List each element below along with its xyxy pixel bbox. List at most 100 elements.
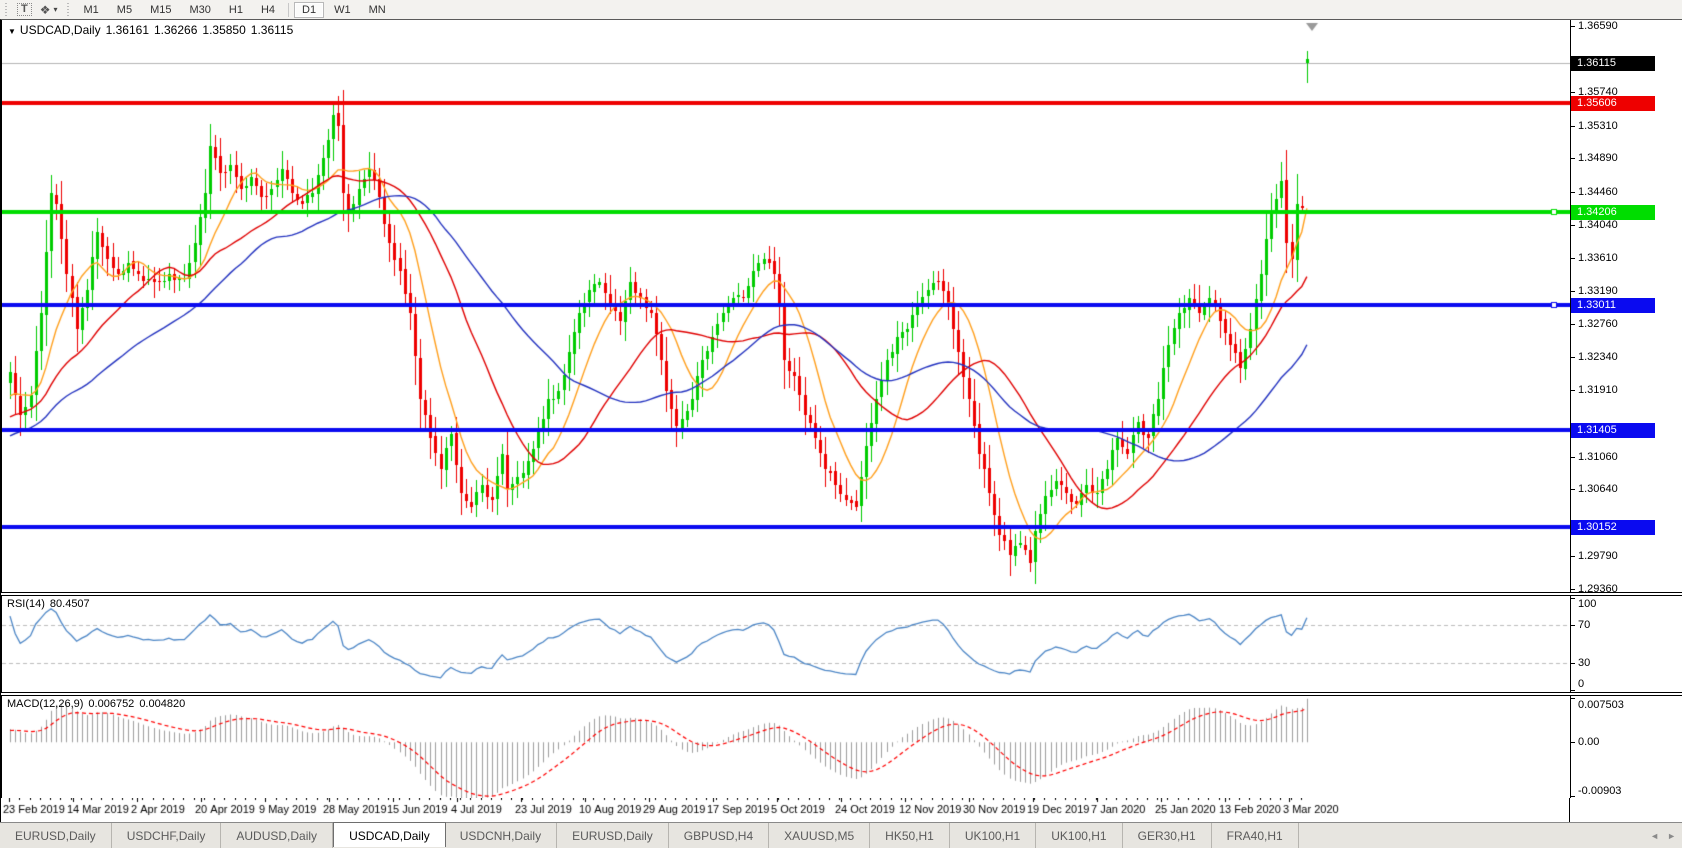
text-tool-button[interactable]: T	[13, 1, 36, 18]
trading-app-window: T ❖ ▾ M1 M5 M15 M30 H1 H4 D1 W1 MN ▼ USDC…	[0, 0, 1682, 846]
top-toolbar: T ❖ ▾ M1 M5 M15 M30 H1 H4 D1 W1 MN	[0, 0, 1682, 19]
axis-tick-label: 1.33190	[1578, 284, 1618, 298]
timeframe-button-d1[interactable]: D1	[294, 2, 324, 18]
text-tool-icon: T	[17, 3, 32, 16]
timeframe-button-w1[interactable]: W1	[326, 2, 359, 18]
chart-tab-fra40-h1[interactable]: FRA40,H1	[1212, 823, 1299, 848]
rsi-scale-70: 70	[1578, 618, 1590, 632]
axis-tick-mark	[1571, 192, 1575, 193]
chart-tab-audusd-daily[interactable]: AUDUSD,Daily	[221, 823, 333, 848]
axis-tick-label: 1.31910	[1578, 383, 1618, 397]
chart-tab-usdcad-daily[interactable]: USDCAD,Daily	[333, 822, 446, 847]
axis-tick-mark	[1571, 589, 1575, 590]
axis-tick-label: 1.32340	[1578, 350, 1618, 364]
macd-scale-max: 0.007503	[1578, 698, 1624, 712]
timeframe-button-m15[interactable]: M15	[142, 2, 179, 18]
rsi-panel: RSI(14) 80.4507 100 70 30 0	[1, 596, 1682, 692]
axis-tick-label: 1.34890	[1578, 151, 1618, 165]
chart-window: ▼USDCAD,Daily1.361611.362661.358501.3611…	[0, 19, 1682, 822]
chart-tab-hk50-h1[interactable]: HK50,H1	[870, 823, 950, 848]
rsi-scale[interactable]: 100 70 30 0	[1570, 596, 1682, 692]
axis-tick-label: 1.35310	[1578, 119, 1618, 133]
chart-tab-usdchf-daily[interactable]: USDCHF,Daily	[112, 823, 222, 848]
axis-tick-mark	[1571, 796, 1575, 797]
date-axis[interactable]	[1, 798, 1682, 822]
chart-symbol: USDCAD,Daily	[20, 23, 101, 37]
axis-tick-mark	[1571, 556, 1575, 557]
date-axis-canvas[interactable]	[1, 798, 1569, 822]
macd-scale-min: -0.00903	[1578, 784, 1621, 798]
price-line-badge: 1.31405	[1571, 423, 1655, 438]
macd-scale-zero: 0.00	[1578, 735, 1599, 749]
collapse-triangle-icon[interactable]: ▼	[8, 27, 16, 36]
timeframe-button-h4[interactable]: H4	[253, 2, 283, 18]
axis-tick-mark	[1571, 324, 1575, 325]
axis-tick-mark	[1571, 598, 1575, 599]
axis-tick-mark	[1571, 357, 1575, 358]
macd-main-value: 0.006752	[88, 698, 134, 710]
axis-tick-label: 1.32760	[1578, 317, 1618, 331]
rsi-name: RSI(14)	[7, 598, 45, 610]
styler-icon: ❖	[40, 4, 51, 16]
axis-tick-mark	[1571, 258, 1575, 259]
macd-scale[interactable]: 0.007503 0.00 -0.00903	[1570, 696, 1682, 798]
styler-button[interactable]: ❖ ▾	[36, 1, 62, 18]
rsi-canvas[interactable]	[2, 596, 1570, 692]
price-scale[interactable]: 1.365901.357401.353101.348901.344601.340…	[1570, 20, 1682, 592]
axis-tick-mark	[1571, 698, 1575, 699]
ohlc-high: 1.36266	[154, 23, 197, 37]
timeframe-button-m5[interactable]: M5	[109, 2, 140, 18]
timeframe-button-mn[interactable]: MN	[361, 2, 394, 18]
axis-tick-mark	[1571, 390, 1575, 391]
axis-tick-label: 1.34040	[1578, 218, 1618, 232]
tab-scroll-buttons: ◄ ►	[1650, 823, 1676, 848]
toolbar-grip[interactable]	[65, 3, 72, 17]
tabs-scroll-right-icon[interactable]: ►	[1667, 831, 1676, 841]
price-line-badge: 1.36115	[1571, 56, 1655, 71]
rsi-label: RSI(14) 80.4507	[7, 598, 95, 610]
ohlc-open: 1.36161	[106, 23, 149, 37]
chart-tab-uk100-h1[interactable]: UK100,H1	[1036, 823, 1122, 848]
axis-tick-mark	[1571, 690, 1575, 691]
main-chart-canvas[interactable]	[2, 20, 1570, 592]
ohlc-close: 1.36115	[251, 23, 294, 37]
axis-tick-mark	[1571, 225, 1575, 226]
toolbar-separator	[288, 3, 289, 17]
axis-tick-mark	[1571, 742, 1575, 743]
timeframe-button-h1[interactable]: H1	[221, 2, 251, 18]
toolbar-grip[interactable]	[3, 3, 10, 17]
axis-tick-label: 1.34460	[1578, 185, 1618, 199]
price-line-badge: 1.34206	[1571, 205, 1655, 220]
dropdown-caret-icon: ▾	[54, 5, 58, 14]
price-line-badge: 1.33011	[1571, 298, 1655, 313]
tabs-scroll-left-icon[interactable]: ◄	[1650, 831, 1659, 841]
rsi-value: 80.4507	[50, 598, 90, 610]
chart-tab-eurusd-daily[interactable]: EURUSD,Daily	[557, 823, 669, 848]
chart-tab-xauusd-m5[interactable]: XAUUSD,M5	[769, 823, 870, 848]
timeframe-button-m30[interactable]: M30	[181, 2, 218, 18]
axis-tick-label: 1.29360	[1578, 582, 1618, 596]
axis-tick-label: 1.30640	[1578, 482, 1618, 496]
chart-tab-usdcnh-daily[interactable]: USDCNH,Daily	[445, 823, 557, 848]
chart-tab-eurusd-daily[interactable]: EURUSD,Daily	[0, 823, 112, 848]
macd-canvas[interactable]	[2, 696, 1570, 798]
chart-tab-ger30-h1[interactable]: GER30,H1	[1123, 823, 1212, 848]
axis-tick-mark	[1571, 291, 1575, 292]
axis-tick-mark	[1571, 26, 1575, 27]
rsi-scale-100: 100	[1578, 597, 1596, 611]
axis-tick-mark	[1571, 92, 1575, 93]
macd-name: MACD(12,26,9)	[7, 698, 83, 710]
axis-tick-mark	[1571, 663, 1575, 664]
chart-tab-uk100-h1[interactable]: UK100,H1	[950, 823, 1036, 848]
timeframe-button-m1[interactable]: M1	[76, 2, 107, 18]
axis-tick-mark	[1571, 158, 1575, 159]
axis-tick-mark	[1571, 489, 1575, 490]
price-line-badge: 1.30152	[1571, 520, 1655, 535]
main-price-panel: ▼USDCAD,Daily1.361611.362661.358501.3611…	[1, 20, 1682, 592]
chart-tab-gbpusd-h4[interactable]: GBPUSD,H4	[669, 823, 769, 848]
axis-tick-label: 1.33610	[1578, 251, 1618, 265]
axis-tick-mark	[1571, 457, 1575, 458]
axis-tick-mark	[1571, 126, 1575, 127]
macd-panel: MACD(12,26,9)0.0067520.004820 0.007503 0…	[1, 696, 1682, 798]
axis-tick-label: 1.31060	[1578, 450, 1618, 464]
